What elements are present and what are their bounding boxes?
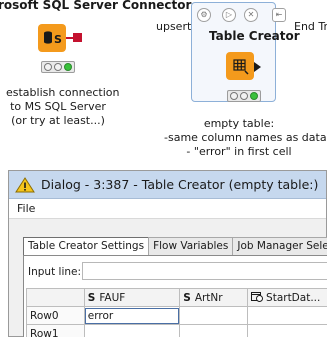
screen: rosoft SQL Server Connector S establish …	[0, 0, 327, 337]
status-light-red	[230, 92, 238, 100]
status-light-red	[44, 63, 52, 71]
sql-connector-node[interactable]: S	[38, 24, 66, 52]
sql-connector-status	[41, 61, 75, 73]
annotation-line: (or try at least...)	[11, 114, 105, 127]
dialog-menubar: File	[9, 199, 326, 219]
column-header-startdat[interactable]: StartDat...	[247, 288, 327, 307]
tab-table-creator-settings[interactable]: Table Creator Settings	[23, 237, 150, 256]
annotation-line: - "error" in first cell	[186, 145, 292, 158]
table-creator-settings-panel: Input line: S FAUF S ArtNr StartDat... R…	[23, 255, 327, 337]
column-name: FAUF	[99, 291, 126, 304]
table-creator-annotation: empty table: -same column names as data …	[164, 117, 327, 159]
svg-text:S: S	[54, 33, 62, 46]
column-header-fauf[interactable]: S FAUF	[83, 288, 181, 307]
workflow-canvas: rosoft SQL Server Connector S establish …	[0, 0, 327, 170]
menu-file[interactable]: File	[17, 202, 35, 215]
status-light-yellow	[240, 92, 248, 100]
column-header-artnr[interactable]: S ArtNr	[179, 288, 249, 307]
table-creator-status	[227, 90, 261, 102]
table-grid-icon	[233, 59, 249, 75]
sql-connector-annotation: establish connection to MS SQL Server (o…	[6, 86, 120, 128]
table-cell[interactable]	[83, 324, 181, 337]
string-type-icon: S	[87, 291, 96, 304]
database-icon: S	[44, 31, 62, 46]
db-output-port[interactable]	[73, 33, 82, 42]
warning-triangle-icon	[15, 176, 35, 192]
annotation-line: to MS SQL Server	[10, 100, 106, 113]
corner-header	[26, 288, 85, 307]
input-line-label: Input line:	[28, 266, 82, 278]
calendar-clock-icon	[251, 292, 264, 302]
table-header-row: S FAUF S ArtNr StartDat...	[26, 288, 327, 307]
status-light-yellow	[54, 63, 62, 71]
column-name: StartDat...	[266, 292, 321, 304]
table-cell[interactable]	[247, 324, 327, 337]
string-type-icon: S	[183, 291, 191, 304]
dialog-titlebar[interactable]: Dialog - 3:387 - Table Creator (empty ta…	[9, 171, 326, 199]
row-header[interactable]: Row0	[26, 306, 85, 325]
table-row: Row1	[26, 324, 327, 337]
table-cell[interactable]	[179, 306, 249, 325]
end-try-node-label: End Try	[294, 20, 327, 33]
table-creator-dialog: Dialog - 3:387 - Table Creator (empty ta…	[8, 170, 327, 337]
cancel-x-icon[interactable]: ✕	[244, 8, 258, 22]
tab-job-manager-selection[interactable]: Job Manager Selection	[232, 237, 327, 255]
configure-gear-icon[interactable]: ⚙	[197, 8, 211, 22]
table-creator-title: Table Creator	[209, 29, 300, 43]
annotation-line: -same column names as data	[164, 131, 327, 144]
dialog-tabs: Table Creator Settings Flow Variables Jo…	[23, 237, 327, 256]
row-header[interactable]: Row1	[26, 324, 85, 337]
tab-flow-variables[interactable]: Flow Variables	[148, 237, 234, 255]
table-cell[interactable]	[179, 324, 249, 337]
table-creator-node[interactable]	[226, 52, 254, 80]
status-light-green	[250, 92, 258, 100]
status-light-green	[64, 63, 72, 71]
column-name: ArtNr	[194, 291, 223, 304]
table-output-port[interactable]	[254, 62, 261, 72]
reset-icon[interactable]: ⇤	[272, 8, 286, 22]
sql-connector-title: rosoft SQL Server Connector	[0, 0, 192, 12]
input-line-field[interactable]	[82, 262, 327, 280]
table-cell[interactable]	[247, 306, 327, 325]
dialog-title: Dialog - 3:387 - Table Creator (empty ta…	[41, 177, 319, 192]
table-cell[interactable]: error	[83, 306, 181, 325]
annotation-line: establish connection	[6, 86, 120, 99]
table-row: Row0 error	[26, 306, 327, 325]
execute-play-icon[interactable]: ▷	[222, 8, 236, 22]
table-grid: S FAUF S ArtNr StartDat... Row0 error Ro…	[26, 288, 327, 337]
annotation-line: empty table:	[203, 117, 275, 130]
